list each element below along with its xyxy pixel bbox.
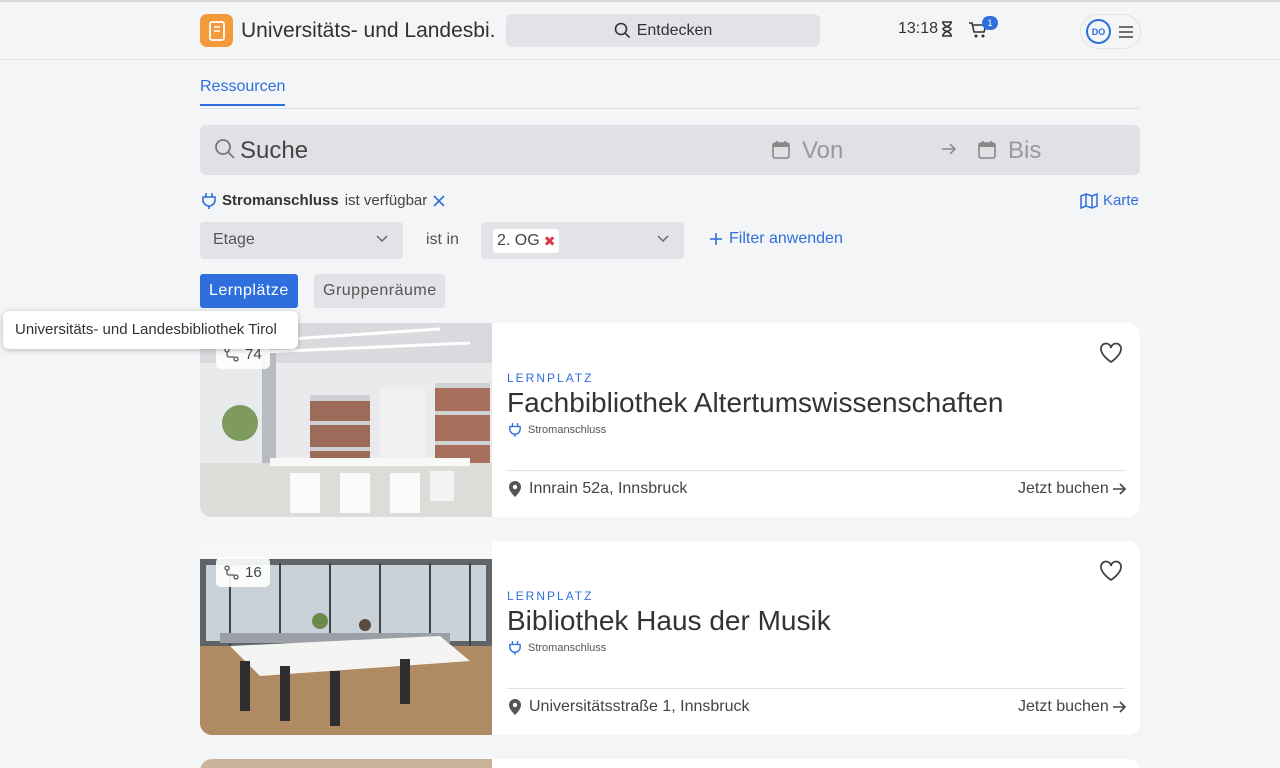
resource-type: LERNPLATZ	[507, 371, 594, 385]
plug-icon	[509, 423, 521, 437]
tooltip: Universitäts- und Landesbibliothek Tirol	[3, 311, 298, 349]
hourglass-icon	[942, 21, 953, 37]
resource-feature: Stromanschluss	[509, 640, 606, 655]
map-link[interactable]: Karte	[1080, 192, 1139, 209]
location-pin-icon	[509, 481, 521, 497]
favorite-heart-icon[interactable]	[1099, 342, 1123, 369]
top-header: Universitäts- und Landesbi... Entdecken …	[0, 2, 1280, 60]
chevron-down-icon	[657, 235, 669, 243]
chip-label: 2. OG	[497, 232, 540, 249]
filter-attribute-select[interactable]: Etage	[200, 222, 403, 259]
resource-title[interactable]: Bibliothek Haus der Musik	[507, 605, 831, 637]
book-now-button[interactable]: Jetzt buchen	[1018, 698, 1127, 716]
map-icon	[1080, 192, 1098, 209]
active-filter-chip: Stromanschluss ist verfügbar	[202, 192, 445, 209]
search-input[interactable]: Suche	[240, 137, 308, 165]
arrow-right-icon	[1112, 701, 1126, 713]
route-icon	[224, 564, 239, 580]
resource-image: 16	[200, 541, 492, 735]
card-divider	[507, 688, 1125, 689]
map-link-label: Karte	[1103, 192, 1139, 209]
session-timer[interactable]: 13:18	[898, 20, 954, 38]
book-now-label: Jetzt buchen	[1018, 698, 1109, 715]
time-label: 13:18	[898, 20, 939, 37]
filter-condition: ist verfügbar	[344, 192, 428, 209]
search-icon	[214, 138, 236, 165]
resource-feature: Stromanschluss	[509, 422, 606, 437]
resource-card[interactable]	[200, 759, 1140, 768]
tab-ressourcen[interactable]: Ressourcen	[200, 78, 286, 106]
avatar: DO	[1086, 19, 1111, 44]
filter-value-select[interactable]: 2. OG ✖	[481, 222, 684, 259]
filter-name: Stromanschluss	[222, 192, 339, 209]
discover-label: Entdecken	[636, 21, 713, 39]
tab-bar: Ressourcen	[200, 78, 1140, 109]
type-gruppenraeume-button[interactable]: Gruppenräume	[314, 274, 445, 308]
capacity-count: 16	[245, 563, 262, 581]
date-to-input[interactable]: Bis	[1008, 137, 1041, 165]
discover-button[interactable]: Entdecken	[506, 14, 820, 47]
hamburger-menu-icon	[1119, 25, 1133, 38]
app-title[interactable]: Universitäts- und Landesbi...	[241, 19, 496, 43]
feature-label: Stromanschluss	[528, 423, 607, 436]
resource-image: 74	[200, 323, 492, 517]
date-from-input[interactable]: Von	[802, 137, 843, 165]
library-logo-icon[interactable]	[200, 14, 233, 47]
search-bar: Suche Von Bis	[200, 125, 1140, 175]
resource-address: Universitätsstraße 1, Innsbruck	[509, 698, 750, 716]
chevron-down-icon	[376, 235, 388, 243]
card-divider	[507, 470, 1125, 471]
resource-image	[200, 759, 492, 768]
cart-count-badge: 1	[982, 16, 998, 30]
resource-card[interactable]: 16 LERNPLATZ Bibliothek Haus der Musik S…	[200, 541, 1140, 735]
plus-icon	[710, 233, 722, 245]
filter-attribute-value: Etage	[213, 231, 255, 248]
apply-filter-button[interactable]: Filter anwenden	[709, 230, 843, 248]
resource-type: LERNPLATZ	[507, 589, 594, 603]
address-label: Universitätsstraße 1, Innsbruck	[529, 698, 750, 715]
apply-filter-label: Filter anwenden	[729, 230, 843, 247]
filter-value-chip: 2. OG ✖	[493, 229, 560, 253]
address-label: Innrain 52a, Innsbruck	[529, 480, 688, 497]
filter-operator-label: ist in	[426, 231, 459, 248]
resource-card[interactable]: 74 LERNPLATZ Fachbibliothek Altertumswis…	[200, 323, 1140, 517]
type-lernplaetze-button[interactable]: Lernplätze	[200, 274, 298, 308]
calendar-icon	[772, 140, 790, 164]
plug-icon	[202, 193, 216, 209]
user-menu-button[interactable]: DO	[1080, 14, 1141, 49]
favorite-heart-icon[interactable]	[1099, 560, 1123, 587]
resource-title[interactable]: Fachbibliothek Altertumswissenschaften	[507, 387, 1003, 419]
search-icon	[614, 22, 630, 39]
arrow-right-icon	[940, 140, 958, 163]
feature-label: Stromanschluss	[528, 641, 607, 654]
book-now-label: Jetzt buchen	[1018, 480, 1109, 497]
plug-icon	[509, 641, 521, 655]
chip-remove-icon[interactable]: ✖	[544, 233, 556, 250]
arrow-right-icon	[1112, 483, 1126, 495]
resource-address: Innrain 52a, Innsbruck	[509, 480, 687, 498]
remove-filter-icon[interactable]	[433, 194, 445, 207]
location-pin-icon	[509, 699, 521, 715]
calendar-icon	[978, 140, 996, 164]
capacity-badge: 16	[216, 557, 270, 587]
book-now-button[interactable]: Jetzt buchen	[1018, 480, 1127, 498]
